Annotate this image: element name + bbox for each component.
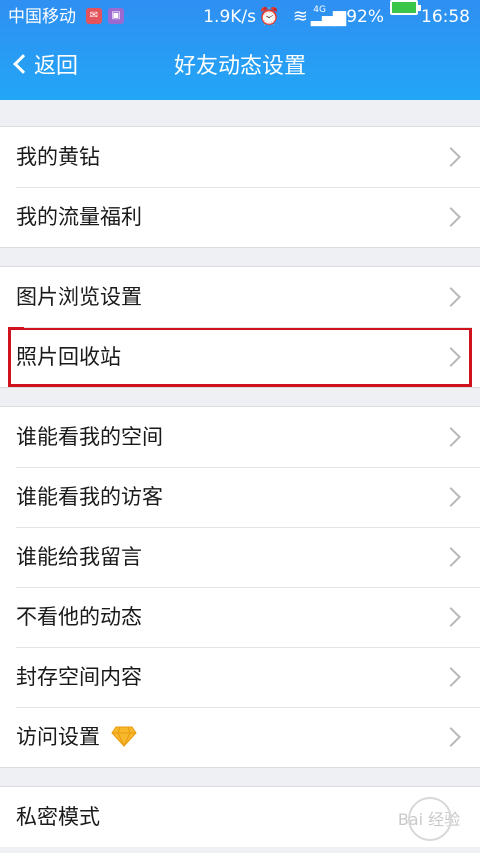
menu-item-who-can-leave-message[interactable]: 谁能给我留言	[0, 527, 480, 587]
status-bar: 中国移动 ✉ ▣ 1.9K/s ⏰ ≋ 4G ▂▄▆ 92% 16:58	[0, 0, 480, 34]
menu-item-data-benefits[interactable]: 我的流量福利	[0, 187, 480, 247]
nav-bar: 好友动态设置 返回	[0, 34, 480, 100]
mail-notification-icon: ✉	[86, 8, 102, 24]
chevron-right-icon	[441, 347, 461, 367]
carrier-label: 中国移动	[8, 7, 76, 27]
battery-icon	[390, 0, 421, 15]
chevron-right-icon	[441, 727, 461, 747]
chevron-right-icon	[441, 207, 461, 227]
battery-percent-label: 92%	[346, 7, 384, 27]
settings-group-photos: 图片浏览设置 照片回收站	[0, 266, 480, 388]
menu-item-label: 不看他的动态	[16, 605, 142, 629]
settings-group-vip: 我的黄钻 我的流量福利	[0, 126, 480, 248]
chevron-right-icon	[441, 287, 461, 307]
menu-item-label: 我的黄钻	[16, 145, 100, 169]
menu-item-archive-space-content[interactable]: 封存空间内容	[0, 647, 480, 707]
menu-item-label: 图片浏览设置	[16, 285, 142, 309]
chevron-right-icon	[441, 427, 461, 447]
signal-icon: ▂▄▆	[310, 7, 346, 27]
chevron-right-icon	[441, 147, 461, 167]
chevron-right-icon	[441, 607, 461, 627]
baidu-watermark: Bai 经验	[394, 795, 464, 845]
menu-item-label: 私密模式	[16, 805, 100, 829]
menu-item-label: 谁能给我留言	[16, 545, 142, 569]
menu-item-photo-recycle-bin[interactable]: 照片回收站	[8, 327, 472, 387]
wifi-icon: ≋	[292, 6, 308, 27]
alarm-icon: ⏰	[258, 7, 280, 27]
menu-item-label: 访问设置	[16, 725, 100, 749]
speed-label: 1.9K/s	[203, 7, 256, 27]
back-arrow-icon	[13, 54, 33, 74]
menu-item-label: 封存空间内容	[16, 665, 142, 689]
menu-item-hide-their-feed[interactable]: 不看他的动态	[0, 587, 480, 647]
menu-item-label: 谁能看我的空间	[16, 425, 163, 449]
header: 中国移动 ✉ ▣ 1.9K/s ⏰ ≋ 4G ▂▄▆ 92% 16:58 好友动…	[0, 0, 480, 100]
yellow-diamond-icon	[111, 726, 137, 747]
menu-item-label: 谁能看我的访客	[16, 485, 163, 509]
time-label: 16:58	[421, 7, 470, 27]
menu-item-label: 我的流量福利	[16, 205, 142, 229]
chevron-right-icon	[441, 547, 461, 567]
menu-item-who-can-view-space[interactable]: 谁能看我的空间	[0, 407, 480, 467]
menu-item-yellow-diamond[interactable]: 我的黄钻	[0, 127, 480, 187]
chevron-right-icon	[441, 487, 461, 507]
back-button[interactable]: 返回	[10, 48, 78, 86]
settings-group-privacy: 谁能看我的空间 谁能看我的访客 谁能给我留言 不看他的动态 封存空间内容 访问设…	[0, 406, 480, 768]
back-label: 返回	[34, 54, 79, 79]
gallery-notification-icon: ▣	[108, 8, 124, 24]
menu-item-image-browse-settings[interactable]: 图片浏览设置	[0, 267, 480, 327]
menu-item-access-settings[interactable]: 访问设置	[0, 707, 480, 767]
menu-item-who-can-view-visitors[interactable]: 谁能看我的访客	[0, 467, 480, 527]
watermark-circle	[408, 797, 452, 841]
chevron-right-icon	[441, 667, 461, 687]
menu-item-label: 照片回收站	[16, 345, 121, 369]
